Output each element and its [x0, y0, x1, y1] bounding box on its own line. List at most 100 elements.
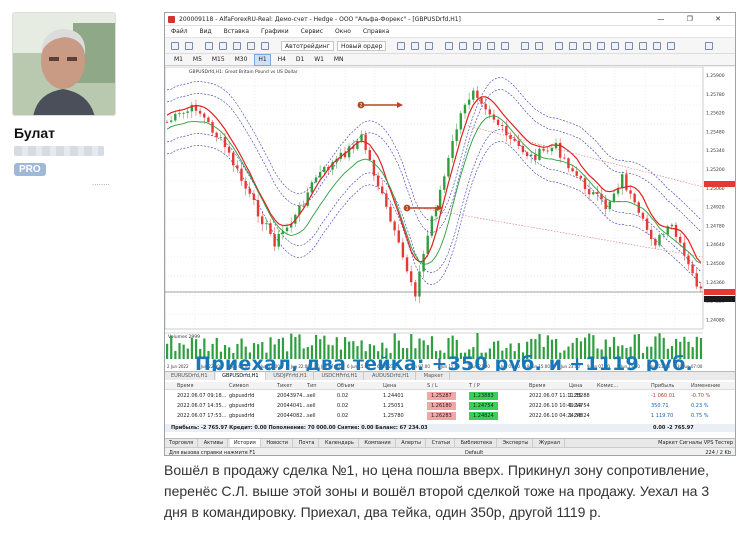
cell-symbol: gbpusdrfd — [229, 393, 255, 399]
table-row[interactable]: 2022.06.07 09:18... gbpusdrfd 20043974... s… — [165, 392, 735, 400]
timeframe-d1[interactable]: D1 — [293, 54, 307, 66]
col-ticket[interactable]: Тикет — [277, 382, 292, 390]
tester-icon[interactable] — [261, 42, 269, 50]
chart-shift-icon[interactable] — [501, 42, 509, 50]
price-chart[interactable]: 1.25900 1.25780 1.25620 1.25480 1.25340 1.252… — [165, 67, 736, 371]
timeframe-m15[interactable]: M15 — [209, 54, 228, 66]
data-window-icon[interactable] — [247, 42, 255, 50]
candle-body — [211, 121, 214, 133]
menu-item-help[interactable]: Справка — [363, 28, 389, 35]
price-tick-label: 1.24640 — [706, 242, 725, 248]
author-avatar[interactable] — [12, 12, 116, 116]
cell-type: sell — [307, 393, 316, 399]
candle-body — [550, 148, 554, 152]
col-commission[interactable]: Комис... — [597, 382, 618, 390]
timeframe-m30[interactable]: M30 — [232, 54, 251, 66]
status-profile: Default — [465, 450, 484, 456]
window-title: 200009118 - AlfaForexRU-Real: Демо-счет … — [179, 16, 461, 23]
candle-body — [318, 171, 322, 178]
templates-icon[interactable] — [535, 42, 543, 50]
candle-body — [174, 113, 177, 121]
table-row[interactable]: 2022.06.07 14:35... gbpusdrfd 20044041... s… — [165, 402, 735, 410]
timeframe-mn[interactable]: MN — [331, 54, 347, 66]
candle-body — [476, 90, 479, 98]
bar-chart-icon[interactable] — [397, 42, 405, 50]
cell-change: 0.23 % — [691, 403, 709, 409]
menu-item-tools[interactable]: Сервис — [301, 28, 323, 35]
cell-time: 2022.06.07 17:53... — [177, 413, 227, 419]
candle-body — [501, 125, 504, 126]
trendline-icon[interactable] — [611, 42, 619, 50]
profiles-icon[interactable] — [185, 42, 193, 50]
vertical-line-icon[interactable] — [583, 42, 591, 50]
col-tp[interactable]: T / P — [469, 382, 480, 390]
candle-body — [252, 193, 256, 201]
candle-body — [678, 236, 682, 243]
timeframe-h1[interactable]: H1 — [254, 54, 271, 66]
timeframe-h4[interactable]: H4 — [275, 54, 289, 66]
timeframe-w1[interactable]: W1 — [311, 54, 327, 66]
col-type[interactable]: Тип — [307, 382, 317, 390]
post-caption: Вошёл в продажу сделка №1, но цена пошла… — [164, 462, 710, 520]
menu-item-insert[interactable]: Вставка — [224, 28, 249, 35]
candle-body — [323, 166, 326, 172]
zoom-in-icon[interactable] — [445, 42, 453, 50]
volume-bar — [699, 337, 703, 359]
cell-ticket: 20043974... — [277, 393, 308, 399]
candle-body — [198, 110, 202, 114]
algo-trading-button[interactable]: Автотрейдинг — [281, 41, 334, 51]
axis-price-flag — [704, 296, 735, 302]
col-sl[interactable]: S / L — [427, 382, 438, 390]
col-time[interactable]: Время — [177, 382, 193, 390]
new-chart-icon[interactable] — [171, 42, 179, 50]
tile-icon[interactable] — [473, 42, 481, 50]
candle-body — [645, 218, 649, 230]
price-tick-label: 1.24080 — [706, 317, 725, 323]
fibo-icon[interactable] — [639, 42, 647, 50]
candle-body — [405, 257, 409, 272]
col-change[interactable]: Изменение — [691, 382, 720, 390]
horizontal-line-icon[interactable] — [597, 42, 605, 50]
time-tick-label: 2 Jun 2022 — [167, 364, 189, 369]
menu-item-window[interactable]: Окно — [335, 28, 351, 35]
channel-icon[interactable] — [625, 42, 633, 50]
volumes-label: Volumes 2999 — [168, 334, 200, 340]
col-symbol[interactable]: Символ — [229, 382, 249, 390]
col-profit[interactable]: Прибыль — [651, 382, 674, 390]
table-row[interactable]: 2022.06.07 17:53... gbpusdrfd 20044082... s… — [165, 412, 735, 420]
candle-body — [376, 175, 380, 187]
candle-body — [563, 157, 566, 159]
candle-body — [248, 188, 251, 194]
timeframe-m5[interactable]: M5 — [190, 54, 205, 66]
crosshair-icon[interactable] — [569, 42, 577, 50]
price-chart-area[interactable]: 1.25900 1.25780 1.25620 1.25480 1.25340 1.252… — [165, 67, 736, 375]
candle-body — [505, 125, 508, 136]
cursor-icon[interactable] — [555, 42, 563, 50]
text-tool-icon[interactable] — [653, 42, 661, 50]
window-buttons[interactable]: — ❐ ✕ — [657, 13, 731, 26]
col-close-time[interactable]: Время — [529, 382, 545, 390]
col-volume[interactable]: Объем — [337, 382, 354, 390]
timeframe-m1[interactable]: M1 — [171, 54, 186, 66]
menu-item-file[interactable]: Файл — [171, 28, 188, 35]
shapes-icon[interactable] — [667, 42, 675, 50]
trading-terminal-screenshot[interactable]: 200009118 - AlfaForexRU-Real: Демо-счет … — [164, 12, 736, 456]
candle-body — [575, 171, 578, 176]
menu-item-view[interactable]: Вид — [200, 28, 212, 35]
indicators-icon[interactable] — [521, 42, 529, 50]
col-price[interactable]: Цена — [383, 382, 396, 390]
cell-close-price: 1.24754 — [569, 403, 590, 409]
author-name[interactable]: Булат — [14, 125, 55, 141]
autoscroll-icon[interactable] — [487, 42, 495, 50]
search-icon[interactable] — [705, 42, 713, 50]
terminal-icon[interactable] — [233, 42, 241, 50]
menu-item-charts[interactable]: Графики — [261, 28, 289, 35]
market-watch-icon[interactable] — [205, 42, 213, 50]
col-close-price[interactable]: Цена — [569, 382, 582, 390]
new-order-button[interactable]: Новый ордер — [337, 41, 387, 51]
candles-icon[interactable] — [411, 42, 419, 50]
navigator-icon[interactable] — [219, 42, 227, 50]
line-chart-icon[interactable] — [425, 42, 433, 50]
price-tick-label: 1.24780 — [706, 223, 725, 229]
zoom-out-icon[interactable] — [459, 42, 467, 50]
